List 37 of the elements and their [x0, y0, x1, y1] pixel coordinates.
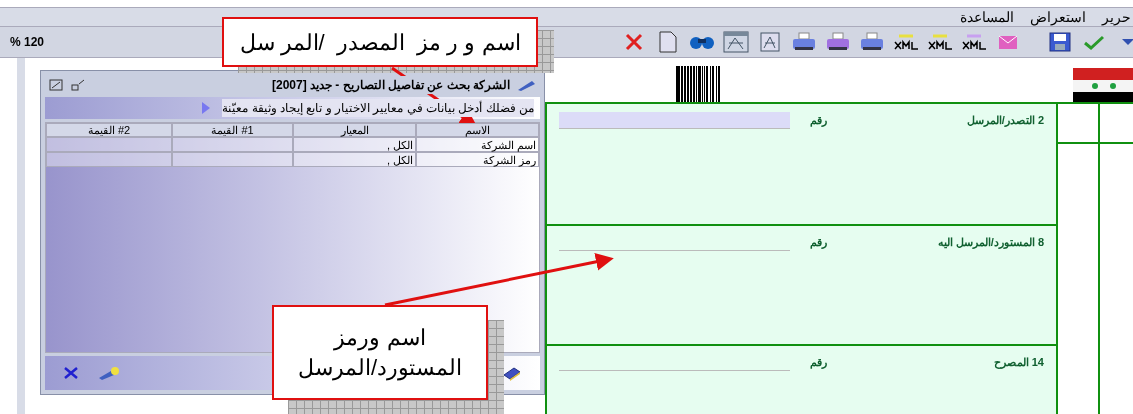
- number-label: رقم: [809, 355, 828, 371]
- table-cell: الكل ,: [293, 152, 416, 167]
- printer-icon[interactable]: [825, 31, 851, 53]
- number-label: رقم: [809, 235, 828, 251]
- table-cell: رمز الشركة: [416, 152, 539, 167]
- vertical-scrollbar[interactable]: [17, 58, 25, 414]
- column-header[interactable]: الاسم: [416, 123, 539, 137]
- section-title: 14 المصرح: [992, 355, 1044, 371]
- table-cell: الكل ,: [293, 137, 416, 152]
- column-header[interactable]: #1 القيمة: [172, 123, 293, 137]
- menu-item[interactable]: المساعدة: [960, 10, 1014, 24]
- save-icon[interactable]: [1047, 31, 1073, 53]
- column-header[interactable]: المعيار: [293, 123, 416, 137]
- callout-text: اسم و ر مز المصدر /المر سل: [239, 28, 521, 58]
- flashlight-icon[interactable]: [97, 365, 121, 381]
- barcode-icon: [675, 66, 722, 102]
- column-header[interactable]: #2 القيمة: [46, 123, 172, 137]
- document-icon[interactable]: [757, 31, 783, 53]
- restore-icon[interactable]: [71, 79, 85, 91]
- menu-item[interactable]: استعراض: [1030, 10, 1086, 24]
- zoom-level: % 120: [10, 34, 45, 51]
- number-label: رقم: [809, 113, 828, 129]
- close-icon[interactable]: [63, 366, 79, 380]
- section-title: 8 المستورد/المرسل اليه: [936, 235, 1044, 251]
- dialog-title: الشركة بحث عن تفاصيل التصاريح - جديد [2007]: [271, 76, 510, 94]
- document-icon[interactable]: [723, 31, 749, 53]
- maximize-icon[interactable]: [49, 79, 63, 91]
- number-field[interactable]: [559, 112, 790, 129]
- section-title: 2 التصدر/المرسل: [965, 113, 1044, 129]
- table-cell: اسم الشركة: [416, 137, 539, 152]
- pen-icon: [516, 78, 536, 92]
- printer-icon[interactable]: [791, 31, 817, 53]
- printer-icon[interactable]: [859, 31, 885, 53]
- menu-item[interactable]: حرير: [1102, 10, 1131, 24]
- instruction-text: من فضلك أدخل بيانات في معايير الاختيار و تابع إيجاد وثيقة معيّنة: [222, 99, 534, 117]
- book-icon[interactable]: [502, 365, 522, 381]
- callout-text: اسم ورمز المستورد/المرسل: [296, 323, 464, 383]
